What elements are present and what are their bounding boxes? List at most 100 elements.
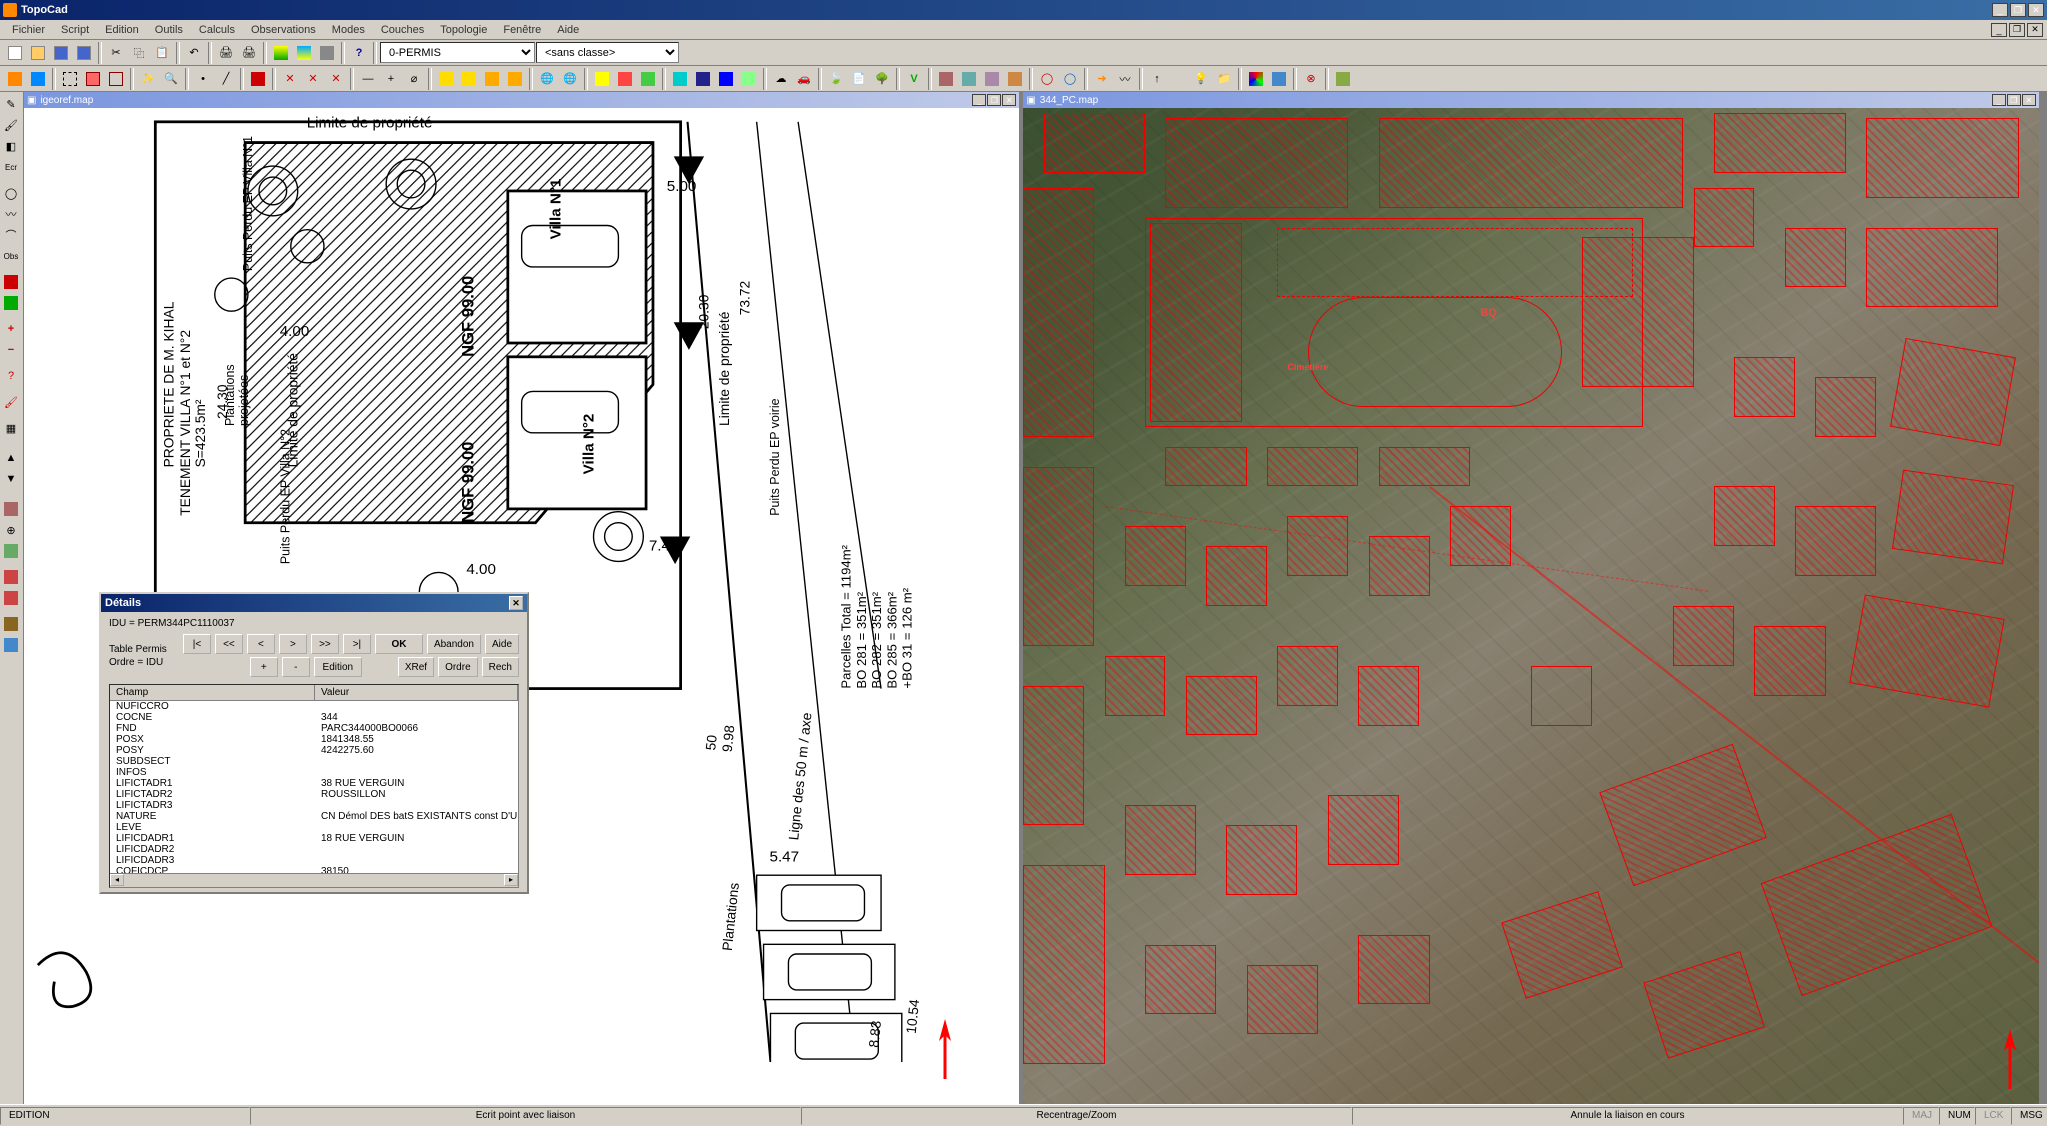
col-champ[interactable]: Champ	[110, 685, 315, 700]
window-georef-max-button[interactable]: ❐	[987, 94, 1001, 106]
layer-select[interactable]: 0-PERMIS	[380, 42, 535, 63]
new-icon[interactable]	[4, 42, 26, 64]
tree-icon[interactable]: 🌳	[871, 68, 893, 90]
sq-green-icon[interactable]	[637, 68, 659, 90]
menu-topologie[interactable]: Topologie	[432, 22, 495, 38]
grid4-icon[interactable]	[504, 68, 526, 90]
mix4-icon[interactable]	[1004, 68, 1026, 90]
lt-plus-icon[interactable]: +	[1, 319, 21, 339]
lt-text-obs-icon[interactable]: Obs	[1, 246, 21, 266]
paste-icon[interactable]: 📋	[151, 42, 173, 64]
mix2-icon[interactable]	[958, 68, 980, 90]
menu-modes[interactable]: Modes	[324, 22, 373, 38]
details-titlebar[interactable]: Détails ✕	[101, 594, 527, 612]
menu-edition[interactable]: Edition	[97, 22, 147, 38]
table-row[interactable]: LEVE	[110, 822, 518, 833]
search-icon[interactable]: 🔍	[160, 68, 182, 90]
help-icon[interactable]: ?	[348, 42, 370, 64]
nav-fwd-button[interactable]: >	[279, 634, 307, 654]
point-icon[interactable]: •	[192, 68, 214, 90]
window-georef-titlebar[interactable]: ▣ igeoref.map _ ❐ ✕	[24, 92, 1019, 108]
rect-fill-icon[interactable]	[82, 68, 104, 90]
window-aerial-close-button[interactable]: ✕	[2022, 94, 2036, 106]
arrow-up-icon[interactable]: ↑	[1146, 68, 1168, 90]
flag-red-icon[interactable]	[247, 68, 269, 90]
lt-tri-up-icon[interactable]: ▲	[1, 448, 21, 468]
table-row[interactable]: NUFICCRO	[110, 701, 518, 712]
table-row[interactable]: LIFICDADR2	[110, 844, 518, 855]
sq-navy-icon[interactable]	[692, 68, 714, 90]
layers2-icon[interactable]	[293, 42, 315, 64]
tool-a-icon[interactable]	[4, 68, 26, 90]
null-icon[interactable]: ⌀	[403, 68, 425, 90]
globe-icon[interactable]: 🌐	[536, 68, 558, 90]
magic-icon[interactable]: ✨	[137, 68, 159, 90]
table-row[interactable]: SUBDSECT	[110, 756, 518, 767]
car-icon[interactable]: 🚗	[793, 68, 815, 90]
sq-yellow-icon[interactable]	[591, 68, 613, 90]
globe2-icon[interactable]: 🌐	[559, 68, 581, 90]
extra-icon[interactable]	[1332, 68, 1354, 90]
mdi-minimize-button[interactable]: _	[1991, 23, 2007, 37]
table-row[interactable]: LIFICTADR3	[110, 800, 518, 811]
lt-question-icon[interactable]: ?	[1, 366, 21, 386]
ok-button[interactable]: OK	[375, 634, 423, 654]
lt-misc3-icon[interactable]	[1, 541, 21, 561]
remove-button[interactable]: -	[282, 657, 310, 677]
window-georef-close-button[interactable]: ✕	[1002, 94, 1016, 106]
lt-pencil-icon[interactable]: ✎	[1, 94, 21, 114]
nav-first-button[interactable]: |<	[183, 634, 211, 654]
bulb-icon[interactable]: 💡	[1190, 68, 1212, 90]
open-icon[interactable]	[27, 42, 49, 64]
cloud-icon[interactable]: ☁	[770, 68, 792, 90]
hline-icon[interactable]: —	[357, 68, 379, 90]
lt-circle-icon[interactable]: ◯	[1, 183, 21, 203]
ordre-button[interactable]: Ordre	[438, 657, 478, 677]
undo-icon[interactable]: ↶	[183, 42, 205, 64]
doc-icon[interactable]: 📄	[848, 68, 870, 90]
lt-paint-icon[interactable]: 🖌	[1, 115, 21, 135]
nav-next-button[interactable]: >>	[311, 634, 339, 654]
details-close-button[interactable]: ✕	[509, 596, 523, 610]
menu-script[interactable]: Script	[53, 22, 97, 38]
mix1-icon[interactable]	[935, 68, 957, 90]
cross-red-icon[interactable]: ✕	[279, 68, 301, 90]
line-icon[interactable]: ╱	[215, 68, 237, 90]
cut-icon[interactable]: ✂	[105, 42, 127, 64]
sq-red-icon[interactable]	[614, 68, 636, 90]
window-georef-min-button[interactable]: _	[972, 94, 986, 106]
layers3-icon[interactable]	[316, 42, 338, 64]
table-row[interactable]: INFOS	[110, 767, 518, 778]
cross-green-icon[interactable]: ✕	[302, 68, 324, 90]
window-aerial-titlebar[interactable]: ▣ 344_PC.map _ ❐ ✕	[1023, 92, 2039, 108]
menu-aide[interactable]: Aide	[549, 22, 587, 38]
table-row[interactable]: POSX1841348.55	[110, 734, 518, 745]
tool-b-icon[interactable]	[27, 68, 49, 90]
palette1-icon[interactable]	[1245, 68, 1267, 90]
class-select[interactable]: <sans classe>	[536, 42, 679, 63]
layers-icon[interactable]	[270, 42, 292, 64]
lt-green-icon[interactable]	[1, 293, 21, 313]
lt-brush-icon[interactable]: 🖌	[1, 392, 21, 412]
aide-button[interactable]: Aide	[485, 634, 519, 654]
sq-cyan-icon[interactable]	[669, 68, 691, 90]
menu-fichier[interactable]: Fichier	[4, 22, 53, 38]
menu-calculs[interactable]: Calculs	[191, 22, 243, 38]
table-row[interactable]: COCNE344	[110, 712, 518, 723]
circle-blue-icon[interactable]: ◯	[1059, 68, 1081, 90]
nav-prev-button[interactable]: <<	[215, 634, 243, 654]
rech-button[interactable]: Rech	[482, 657, 519, 677]
lt-text-ecr-icon[interactable]: Ecr	[1, 157, 21, 177]
plus-icon[interactable]: +	[380, 68, 402, 90]
lt-misc5-icon[interactable]	[1, 588, 21, 608]
lt-misc1-icon[interactable]	[1, 499, 21, 519]
copy-icon[interactable]: ⿻	[128, 42, 150, 64]
minimize-button[interactable]: _	[1992, 3, 2008, 17]
lt-minus-icon[interactable]: −	[1, 340, 21, 360]
table-row[interactable]: LIFICTADR138 RUE VERGUIN	[110, 778, 518, 789]
aerial-canvas[interactable]: BQ Cimetière	[1023, 108, 2039, 1104]
folder2-icon[interactable]: 📁	[1213, 68, 1235, 90]
sq-lime-icon[interactable]	[738, 68, 760, 90]
leaf-icon[interactable]: 🍃	[825, 68, 847, 90]
exit-icon[interactable]: ⊗	[1300, 68, 1322, 90]
